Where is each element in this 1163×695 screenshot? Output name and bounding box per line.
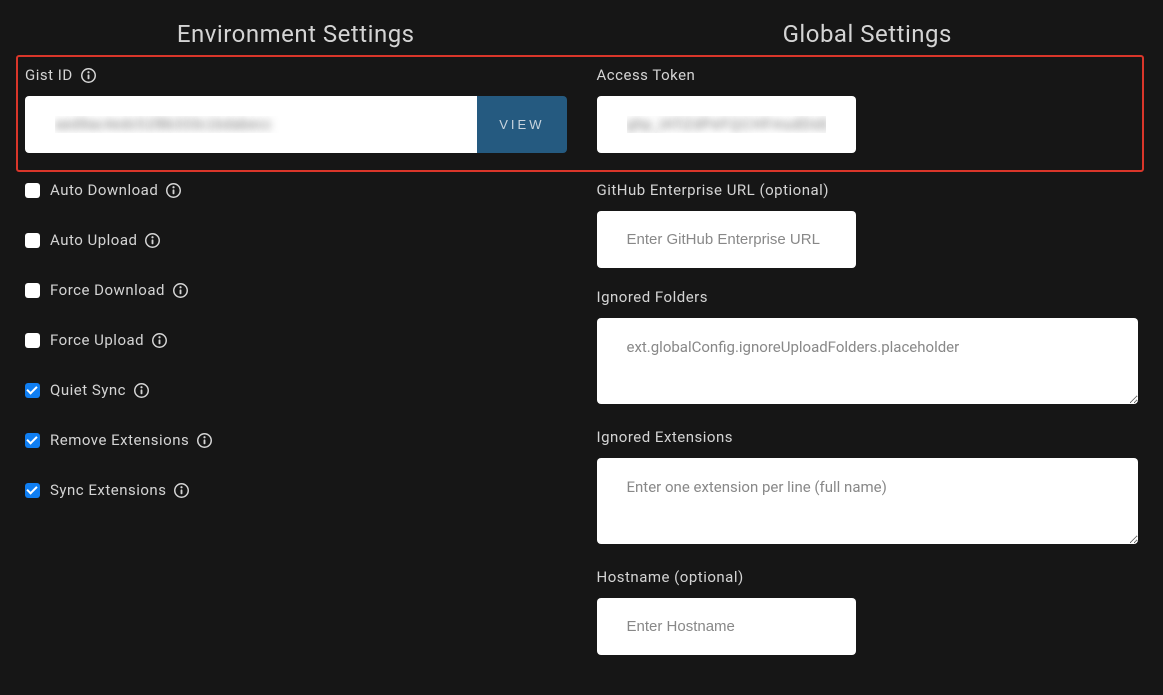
info-icon[interactable] (166, 183, 181, 198)
remove-extensions-row: Remove Extensions (25, 431, 567, 449)
info-icon[interactable] (152, 333, 167, 348)
gist-id-input-row: VIEW (25, 96, 567, 153)
github-enterprise-input[interactable] (597, 211, 856, 268)
force-download-checkbox[interactable] (25, 283, 40, 298)
access-token-field-group: Access Token (597, 66, 1139, 153)
environment-column: Environment Settings Gist ID VIEW Auto D… (25, 20, 567, 675)
force-download-row: Force Download (25, 281, 567, 299)
hostname-input[interactable] (597, 598, 856, 655)
global-fields: GitHub Enterprise URL (optional) Ignored… (597, 181, 1139, 675)
info-icon[interactable] (145, 233, 160, 248)
info-icon[interactable] (197, 433, 212, 448)
quiet-sync-checkbox[interactable] (25, 383, 40, 398)
auto-download-label: Auto Download (50, 181, 181, 199)
access-token-input[interactable] (597, 96, 856, 153)
force-download-label: Force Download (50, 281, 188, 299)
github-enterprise-field-group: GitHub Enterprise URL (optional) (597, 181, 1139, 268)
ignored-extensions-label: Ignored Extensions (597, 428, 1139, 446)
ignored-extensions-field-group: Ignored Extensions (597, 428, 1139, 548)
auto-upload-label: Auto Upload (50, 231, 160, 249)
quiet-sync-label: Quiet Sync (50, 381, 149, 399)
info-icon[interactable] (134, 383, 149, 398)
gist-id-input[interactable] (25, 96, 477, 153)
sync-extensions-row: Sync Extensions (25, 481, 567, 499)
gist-id-label: Gist ID (25, 66, 567, 84)
access-token-label: Access Token (597, 66, 1139, 84)
auto-upload-row: Auto Upload (25, 231, 567, 249)
ignored-folders-input[interactable] (597, 318, 1139, 404)
auto-upload-checkbox[interactable] (25, 233, 40, 248)
ignored-extensions-input[interactable] (597, 458, 1139, 544)
sync-extensions-label: Sync Extensions (50, 481, 189, 499)
info-icon[interactable] (174, 483, 189, 498)
hostname-label: Hostname (optional) (597, 568, 1139, 586)
auto-download-row: Auto Download (25, 181, 567, 199)
remove-extensions-checkbox[interactable] (25, 433, 40, 448)
force-upload-label: Force Upload (50, 331, 167, 349)
remove-extensions-label: Remove Extensions (50, 431, 212, 449)
sync-extensions-checkbox[interactable] (25, 483, 40, 498)
auto-download-checkbox[interactable] (25, 183, 40, 198)
settings-container: Environment Settings Gist ID VIEW Auto D… (0, 0, 1163, 695)
force-upload-checkbox[interactable] (25, 333, 40, 348)
info-icon[interactable] (173, 283, 188, 298)
ignored-folders-field-group: Ignored Folders (597, 288, 1139, 408)
global-column: Global Settings Access Token GitHub Ente… (597, 20, 1139, 675)
github-enterprise-label: GitHub Enterprise URL (optional) (597, 181, 1139, 199)
quiet-sync-row: Quiet Sync (25, 381, 567, 399)
force-upload-row: Force Upload (25, 331, 567, 349)
ignored-folders-label: Ignored Folders (597, 288, 1139, 306)
gist-id-field-group: Gist ID VIEW (25, 66, 567, 153)
environment-checkbox-list: Auto Download Auto Upload (25, 181, 567, 531)
environment-header: Environment Settings (25, 20, 567, 48)
global-header: Global Settings (597, 20, 1139, 48)
view-button[interactable]: VIEW (477, 96, 566, 153)
hostname-field-group: Hostname (optional) (597, 568, 1139, 655)
info-icon[interactable] (81, 68, 96, 83)
